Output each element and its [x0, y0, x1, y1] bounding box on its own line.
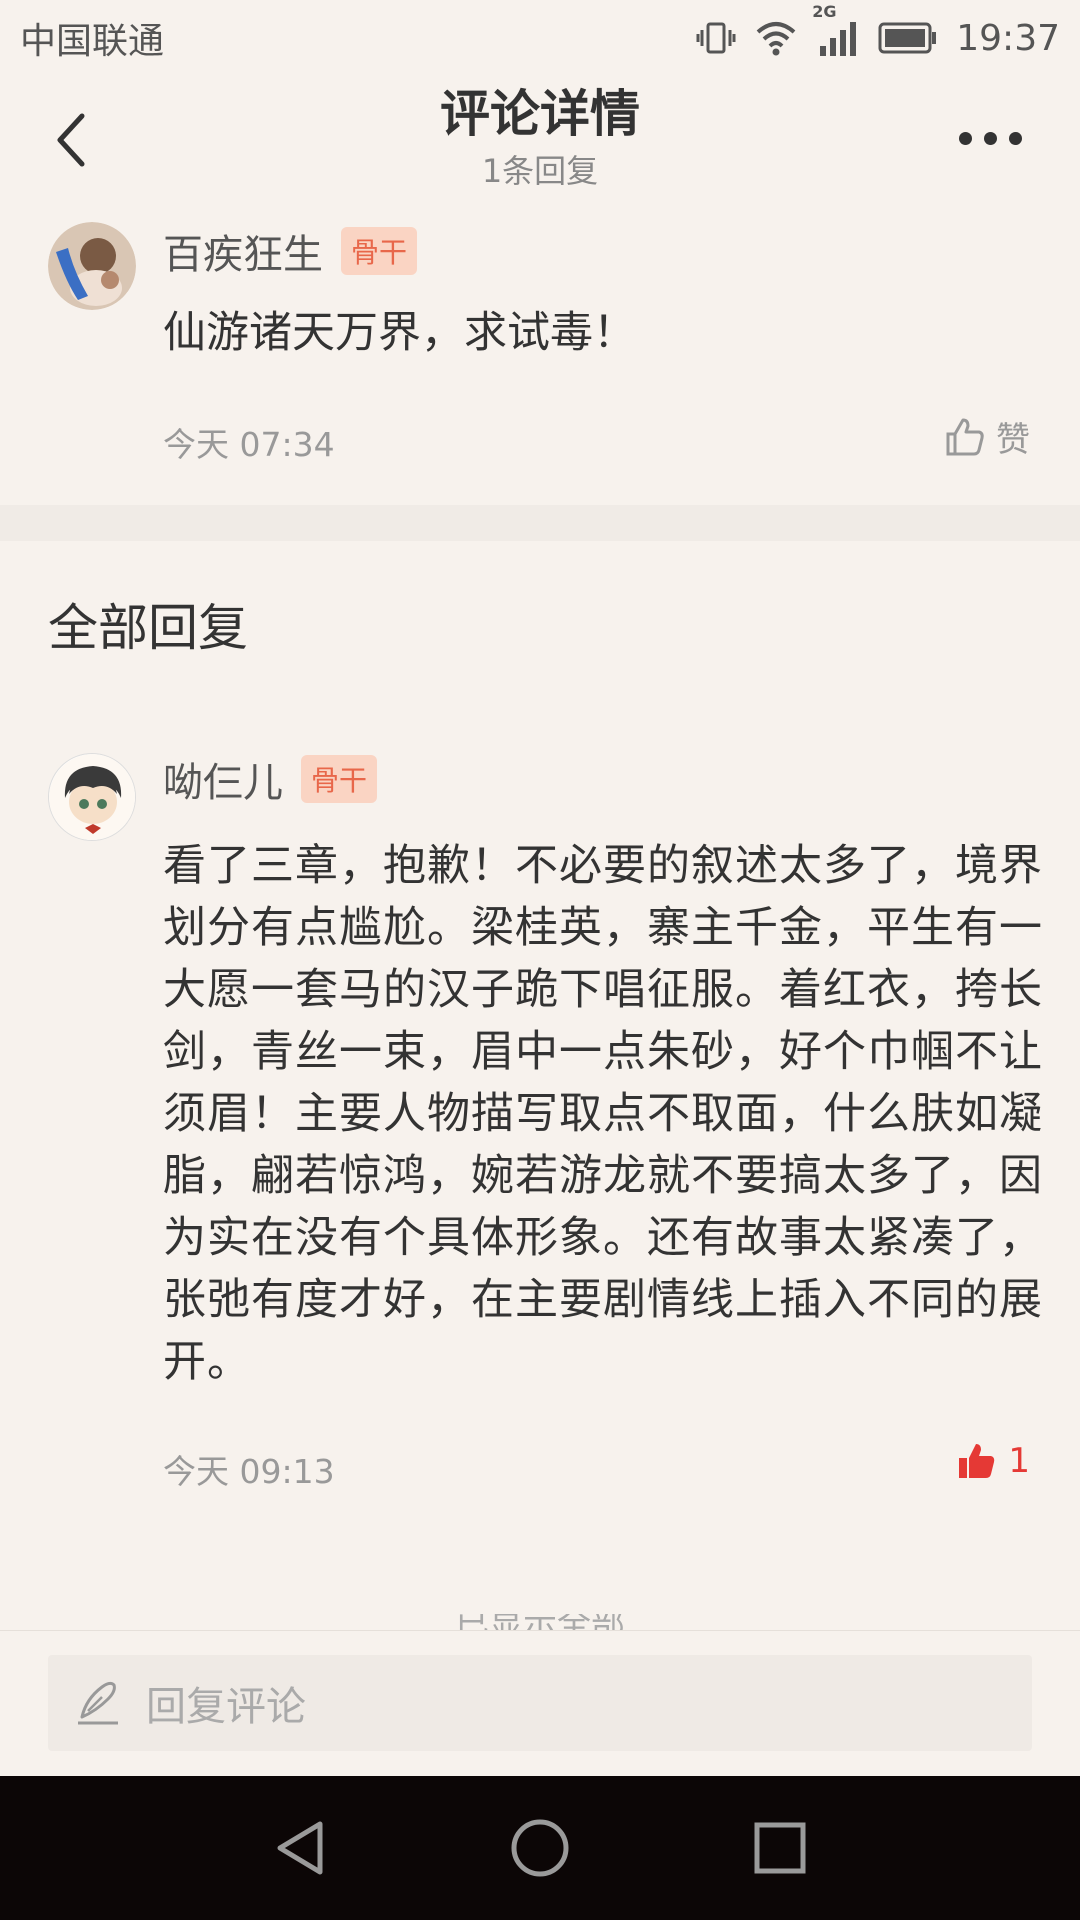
thumbs-up-filled-icon: [959, 1444, 995, 1478]
pen-icon: [78, 1681, 118, 1725]
square-recents-icon: [754, 1822, 806, 1874]
user-name[interactable]: 百疾狂生: [163, 222, 323, 280]
comment-text: 仙游诸天万界，求试毒！: [163, 308, 636, 358]
user-name[interactable]: 呦仨儿: [163, 750, 283, 808]
like-label: 赞: [996, 420, 1030, 460]
like-count: 1: [1008, 1441, 1030, 1481]
reply-text: 看了三章，抱歉！不必要的叙述太多了，境界划分有点尴尬。梁桂英，寨主千金，平生有一…: [163, 841, 1043, 1387]
signal-icon: 2G: [812, 2, 860, 58]
more-dot: [1008, 131, 1022, 145]
user-badge: 骨干: [301, 755, 378, 803]
reply-user-row: 呦仨儿 骨干: [163, 750, 378, 808]
end-text: 已显示全部: [0, 1614, 1080, 1630]
wifi-icon: [754, 18, 798, 58]
more-dots-icon: [958, 131, 972, 145]
status-bar: 中国联通 2G 19:37: [0, 0, 1080, 76]
thumbs-up-icon: [946, 418, 984, 455]
user-badge: 骨干: [341, 227, 418, 275]
nav-home-button[interactable]: [505, 1813, 575, 1883]
main-comment: 百疾狂生 骨干 仙游诸天万界，求试毒！ 今天 07:34 赞: [0, 200, 1080, 505]
vibrate-icon: [696, 18, 736, 58]
network-type-label: 2G: [812, 2, 837, 21]
reply-like-button[interactable]: 1: [956, 1440, 1030, 1482]
avatar[interactable]: [48, 753, 136, 841]
more-dot: [983, 131, 997, 145]
comment-time: 今天 07:34: [163, 425, 335, 464]
nav-bar: 评论详情 1条回复: [0, 70, 1080, 200]
nav-back-button[interactable]: [265, 1813, 335, 1883]
like-button[interactable]: 赞: [944, 412, 1030, 461]
more-button[interactable]: [940, 118, 1040, 158]
page-title: 评论详情: [440, 85, 640, 143]
reply-count-subtitle: 1条回复: [481, 152, 599, 190]
reply-input[interactable]: 回复评论: [48, 1655, 1032, 1751]
avatar[interactable]: [48, 222, 136, 310]
end-of-list-text: 已显示全部: [0, 1614, 1080, 1630]
main-comment-user-row: 百疾狂生 骨干: [163, 222, 418, 280]
status-icons: 2G 19:37: [696, 2, 1060, 59]
section-divider: [0, 505, 1080, 541]
circle-home-icon: [511, 1819, 569, 1877]
reply-bar: 回复评论: [0, 1630, 1080, 1776]
reply-placeholder: 回复评论: [146, 1684, 306, 1730]
triangle-back-icon: [277, 1821, 323, 1875]
battery-icon: [878, 20, 938, 56]
clock-label: 19:37: [956, 17, 1060, 59]
reply-time: 今天 09:13: [163, 1452, 335, 1491]
all-replies-title: 全部回复: [48, 599, 248, 657]
system-nav-bar: [0, 1776, 1080, 1920]
carrier-label: 中国联通: [20, 21, 165, 62]
nav-recents-button[interactable]: [745, 1813, 815, 1883]
reply-item: 呦仨儿 骨干 看了三章，抱歉！不必要的叙述太多了，境界划分有点尴尬。梁桂英，寨主…: [0, 730, 1080, 1530]
